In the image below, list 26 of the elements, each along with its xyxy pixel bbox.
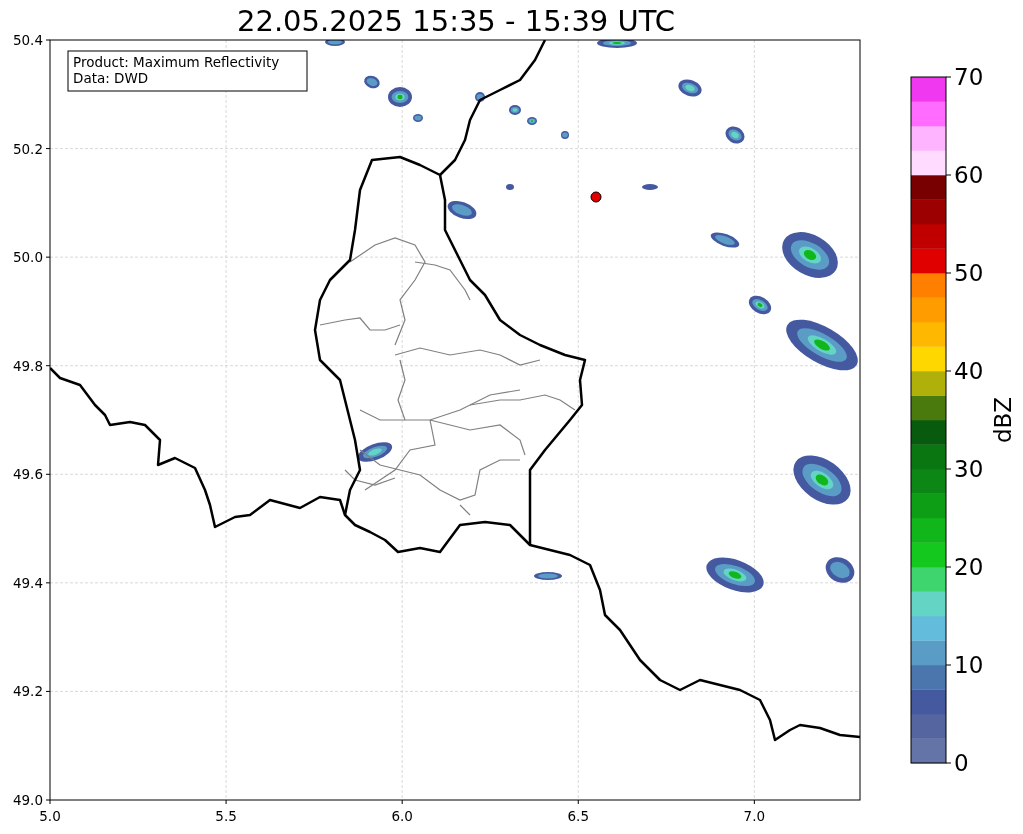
- y-axis-tick-label: 50.2: [12, 140, 43, 157]
- x-axis-tick-label: 7.0: [743, 808, 766, 824]
- y-axis-tick-label: 49.4: [12, 574, 43, 591]
- y-axis-tick-label: 49.0: [12, 792, 43, 808]
- info-text: Data: DWD: [73, 70, 149, 86]
- y-axis-tick-label: 49.6: [12, 466, 43, 483]
- x-axis-tick-label: 5.5: [215, 808, 237, 824]
- colorbar-tick-label: 50: [954, 260, 984, 286]
- y-axis-tick-label: 50.0: [12, 249, 43, 266]
- colorbar-tick-label: 60: [954, 162, 984, 188]
- x-axis-tick-label: 6.0: [391, 808, 413, 824]
- colorbar-tick-label: 10: [954, 652, 984, 678]
- colorbar-tick-label: 70: [954, 64, 984, 90]
- colorbar-tick-label: 20: [954, 554, 984, 580]
- y-axis-tick-label: 49.8: [12, 357, 43, 374]
- colorbar-tick-label: 30: [954, 456, 984, 482]
- colorbar-tick-label: 40: [954, 358, 984, 384]
- colorbar-tick-label: 0: [954, 750, 969, 776]
- colorbar-label: dBZ: [990, 396, 1016, 444]
- chart-title: 22.05.2025 15:35 - 15:39 UTC: [237, 4, 675, 38]
- y-axis-tick-label: 49.2: [12, 683, 43, 700]
- x-axis-tick-label: 6.5: [567, 808, 589, 824]
- x-axis-tick-label: 5.0: [39, 808, 61, 824]
- y-axis-tick-label: 50.4: [12, 32, 43, 48]
- info-text: Product: Maximum Reflectivity: [73, 54, 280, 70]
- location-marker: [590, 191, 602, 203]
